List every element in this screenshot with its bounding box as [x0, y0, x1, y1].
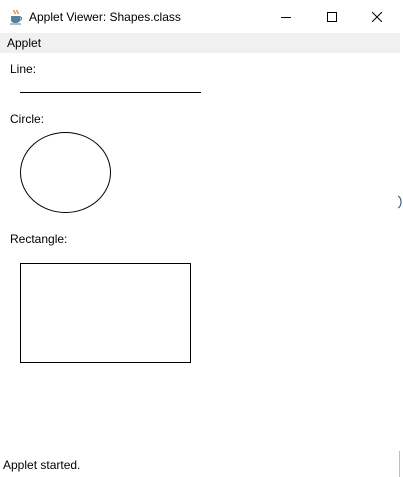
applet-canvas: Line: Circle: Rectangle:: [0, 53, 400, 451]
minimize-button[interactable]: [263, 0, 309, 33]
background-window-edge: [398, 195, 402, 209]
rectangle-shape: [20, 263, 191, 363]
circle-shape: [20, 132, 111, 213]
maximize-button[interactable]: [309, 0, 355, 33]
close-icon: [372, 11, 382, 22]
minimize-icon: [281, 16, 291, 18]
window-title: Applet Viewer: Shapes.class: [29, 10, 181, 24]
menu-bar: Applet: [0, 33, 400, 53]
status-bar: Applet started.: [0, 456, 400, 477]
title-bar[interactable]: Applet Viewer: Shapes.class: [0, 0, 400, 33]
close-button[interactable]: [354, 0, 400, 33]
menu-applet[interactable]: Applet: [7, 36, 41, 50]
status-text: Applet started.: [3, 458, 81, 472]
maximize-icon: [327, 11, 337, 22]
shapes-drawing: [20, 92, 201, 363]
java-cup-icon[interactable]: [8, 9, 24, 25]
applet-viewer-window: Applet Viewer: Shapes.class Applet Line:…: [0, 0, 400, 477]
